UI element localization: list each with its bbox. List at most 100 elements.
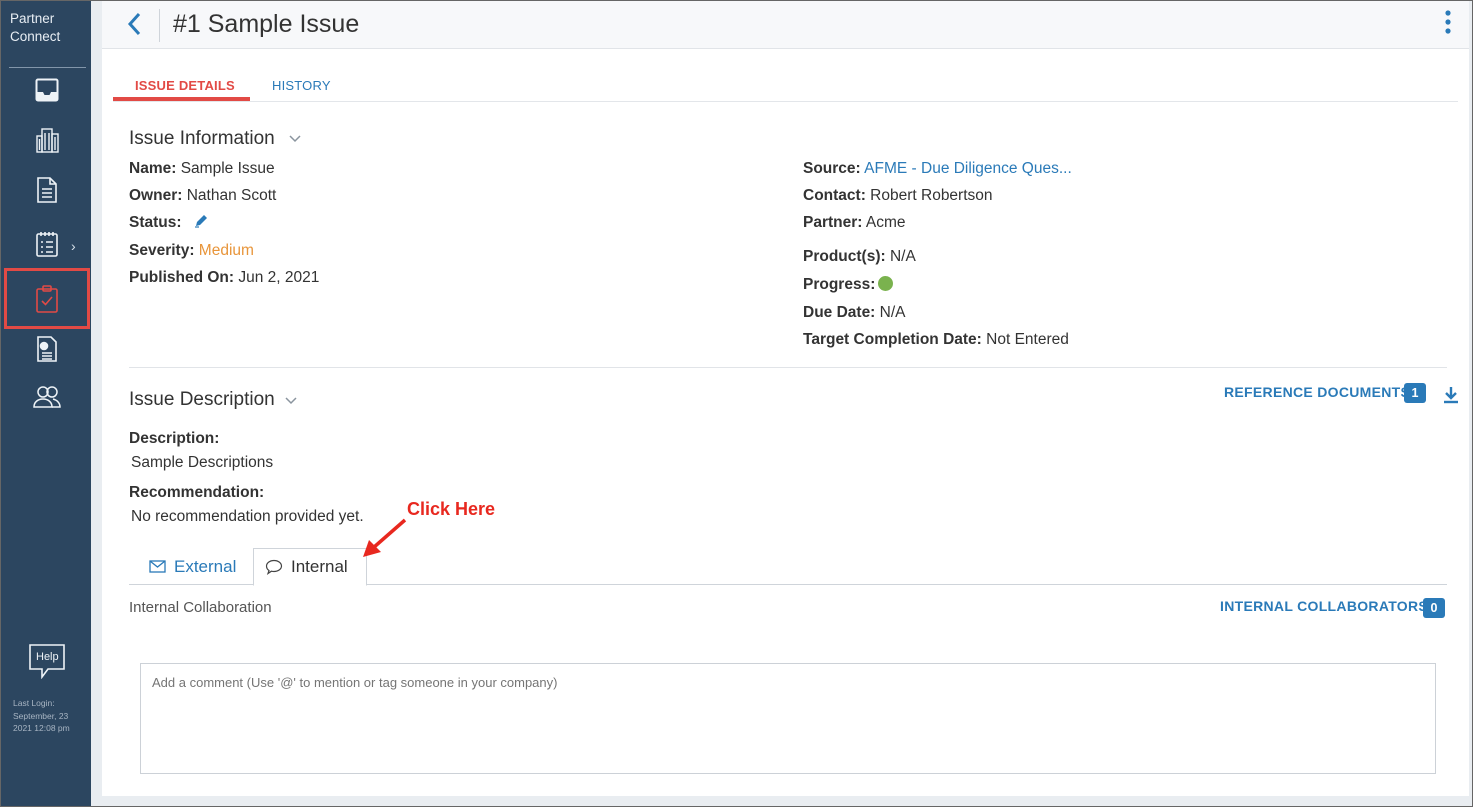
chevron-down-icon[interactable] [285, 397, 297, 405]
field-target-completion: Target Completion Date: Not Entered [803, 331, 1069, 349]
source-label: Source: [803, 160, 861, 177]
issue-information-title: Issue Information [129, 128, 275, 149]
comment-input[interactable] [140, 663, 1436, 774]
target-date-label: Target Completion Date: [803, 331, 982, 348]
due-date-value: N/A [879, 304, 906, 321]
progress-label: Progress: [803, 276, 876, 293]
help-button[interactable]: Help [28, 643, 66, 680]
progress-status-dot [878, 276, 894, 291]
tab-issue-details[interactable]: ISSUE DETAILS [135, 78, 235, 93]
description-label-text: Description: [129, 430, 220, 447]
sidebar-item-issues[interactable] [27, 281, 67, 317]
internal-collaborators-link[interactable]: INTERNAL COLLABORATORS [1220, 598, 1428, 614]
severity-value: Medium [198, 242, 254, 259]
sidebar-item-inbox[interactable] [27, 72, 67, 108]
click-here-annotation: Click Here [407, 499, 496, 519]
checklist-icon [36, 232, 58, 257]
tab-external[interactable]: External [149, 548, 236, 585]
reference-documents-link[interactable]: REFERENCE DOCUMENTS [1224, 384, 1410, 400]
internal-collaborators-count-badge: 0 [1423, 598, 1445, 618]
issue-description-title: Issue Description [129, 389, 275, 410]
field-due-date: Due Date: N/A [803, 304, 906, 322]
help-label: Help [36, 651, 59, 663]
brand-logo[interactable]: Partner Connect [10, 10, 60, 46]
field-products: Product(s): N/A [803, 248, 916, 266]
recommendation-value: No recommendation provided yet. [131, 508, 364, 525]
owner-value: Nathan Scott [186, 187, 277, 204]
sidebar-item-reports[interactable] [27, 331, 67, 367]
page-title: #1 Sample Issue [173, 10, 360, 38]
envelope-icon [149, 560, 166, 573]
sidebar-item-users[interactable] [27, 379, 67, 415]
document-icon [37, 177, 57, 203]
description-value: Sample Descriptions [131, 454, 274, 471]
field-partner: Partner: Acme [803, 214, 906, 232]
severity-label: Severity: [129, 242, 195, 259]
field-owner: Owner: Nathan Scott [129, 187, 276, 205]
buildings-icon [36, 128, 59, 153]
edit-pencil-icon[interactable] [194, 214, 208, 228]
sidebar-divider [9, 67, 86, 68]
tab-internal[interactable]: Internal [253, 548, 367, 586]
field-name: Name: Sample Issue [129, 160, 275, 178]
download-icon[interactable] [1442, 386, 1460, 404]
field-contact: Contact: Robert Robertson [803, 187, 993, 205]
kebab-menu-icon [1445, 10, 1451, 34]
field-source: Source: AFME - Due Diligence Ques... [803, 160, 1072, 178]
brand-line-1: Partner [10, 11, 55, 26]
tab-external-label: External [174, 556, 237, 576]
collaboration-tab-bar: External Internal [129, 548, 1447, 586]
source-link[interactable]: AFME - Due Diligence Ques... [864, 160, 1072, 177]
inbox-icon [35, 78, 59, 102]
due-date-label: Due Date: [803, 304, 876, 321]
partner-value: Acme [865, 214, 906, 231]
status-label: Status: [129, 214, 182, 231]
sidebar-item-assessments[interactable] [27, 226, 67, 262]
published-value: Jun 2, 2021 [238, 269, 320, 286]
back-button[interactable] [122, 9, 148, 39]
last-login-label: Last Login: [13, 698, 55, 708]
clipboard-check-icon [36, 285, 58, 313]
chevron-right-icon[interactable]: › [71, 238, 76, 254]
tab-bar: ISSUE DETAILS HISTORY [113, 73, 1458, 102]
recommendation-label: Recommendation: [129, 484, 264, 502]
name-value: Sample Issue [180, 160, 275, 177]
products-value: N/A [889, 248, 916, 265]
section-divider [129, 367, 1447, 368]
target-date-value: Not Entered [986, 331, 1069, 348]
field-severity: Severity: Medium [129, 242, 254, 260]
last-login-date: September, 23 [13, 710, 69, 721]
owner-label: Owner: [129, 187, 183, 204]
main-content: #1 Sample Issue ISSUE DETAILS HISTORY Is… [102, 1, 1469, 796]
tab-internal-label: Internal [291, 557, 348, 576]
users-icon [33, 386, 61, 408]
sidebar-item-documents[interactable] [27, 172, 67, 208]
field-published-on: Published On: Jun 2, 2021 [129, 269, 319, 287]
more-options-button[interactable] [1442, 10, 1454, 36]
field-status: Status: [129, 214, 208, 232]
field-progress: Progress: [803, 276, 894, 294]
last-login-info: Last Login: September, 23 2021 12:08 pm [13, 697, 70, 735]
header-divider [159, 9, 160, 42]
last-login-time: 2021 12:08 pm [13, 723, 70, 733]
app-window: Partner Connect › Help Last Login: Septe… [0, 0, 1473, 807]
contact-value: Robert Robertson [870, 187, 993, 204]
chevron-left-icon [127, 12, 141, 36]
products-label: Product(s): [803, 248, 886, 265]
active-tab-underline [113, 97, 250, 101]
sidebar-item-companies[interactable] [27, 122, 67, 158]
name-label: Name: [129, 160, 177, 177]
brand-line-2: Connect [10, 29, 61, 44]
contact-label: Contact: [803, 187, 866, 204]
tab-history[interactable]: HISTORY [272, 78, 331, 93]
sidebar: Partner Connect › Help Last Login: Septe… [1, 1, 91, 806]
chevron-down-icon[interactable] [289, 135, 301, 143]
report-icon [37, 336, 57, 362]
top-bar: #1 Sample Issue [102, 1, 1469, 49]
internal-collaboration-label: Internal Collaboration [129, 599, 272, 616]
annotation-arrow-icon [363, 518, 407, 557]
partner-label: Partner: [803, 214, 863, 231]
chat-bubble-icon [265, 559, 283, 575]
published-label: Published On: [129, 269, 235, 286]
reference-documents-count-badge: 1 [1404, 383, 1426, 403]
